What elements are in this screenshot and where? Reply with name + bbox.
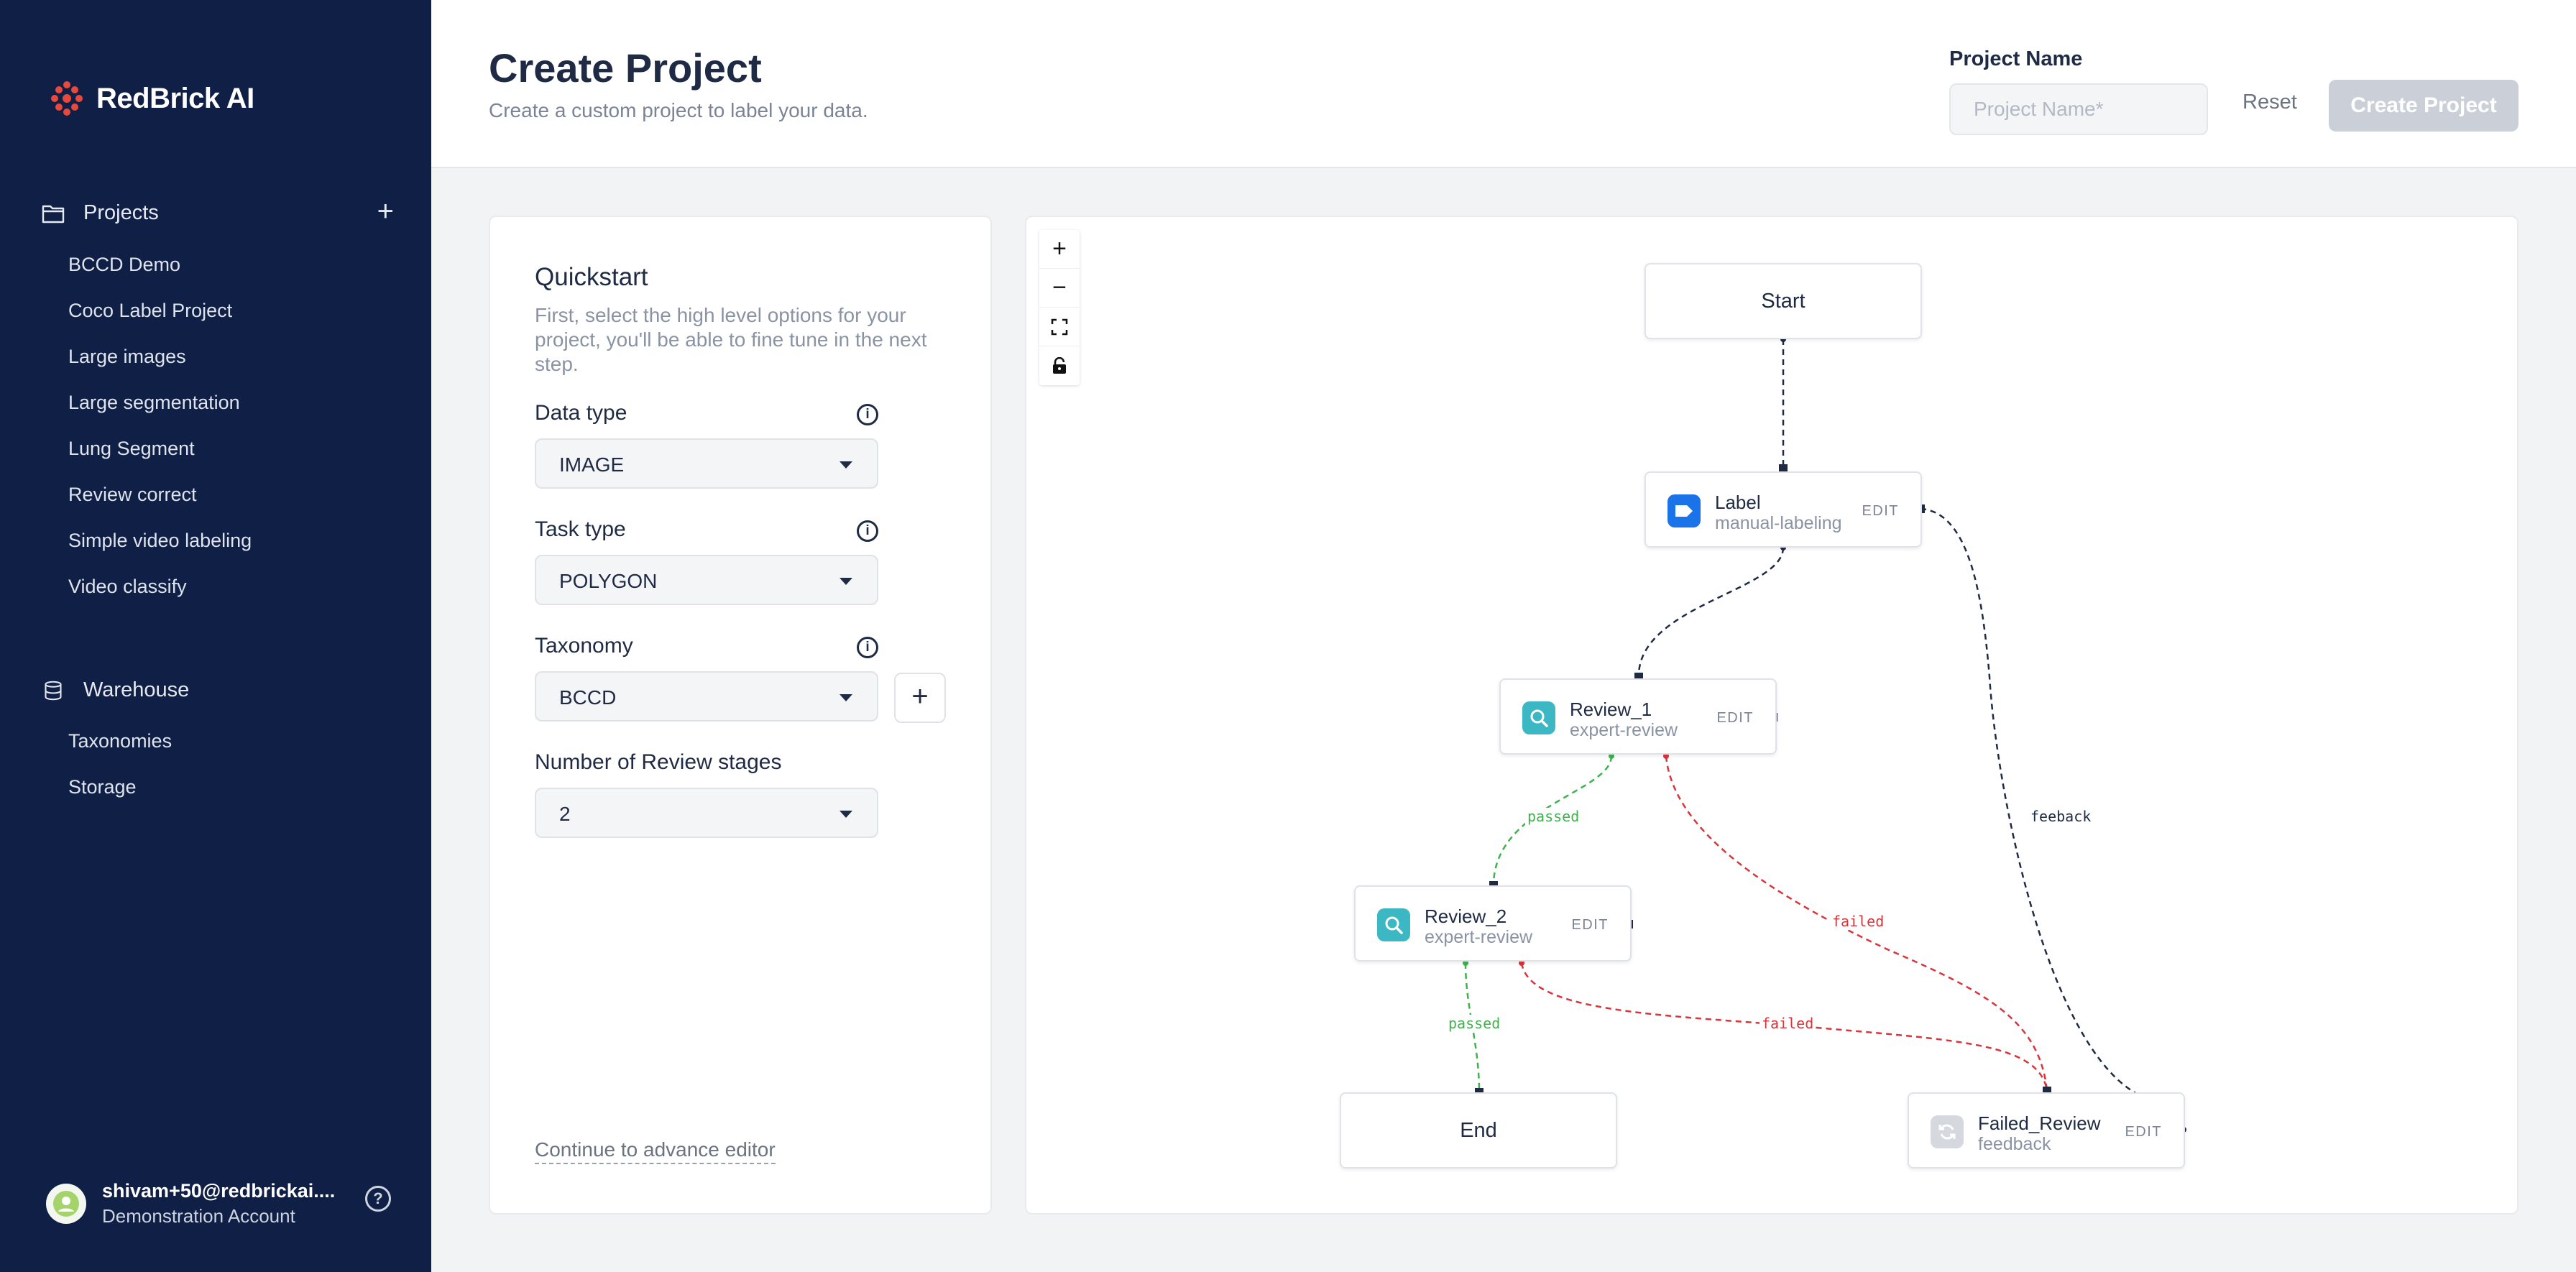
node-subtitle: feedback xyxy=(1978,1134,2051,1154)
review-stages-value: 2 xyxy=(559,803,571,825)
sidebar-project-item[interactable]: Coco Label Project xyxy=(68,300,232,322)
review2-node[interactable]: Review_2 expert-review EDIT xyxy=(1354,885,1632,962)
reset-button[interactable]: Reset xyxy=(2242,91,2297,114)
project-name-input[interactable] xyxy=(1949,83,2208,135)
sidebar-item-storage[interactable]: Storage xyxy=(68,776,137,798)
warehouse-label: Warehouse xyxy=(83,678,190,701)
info-icon[interactable]: i xyxy=(857,404,878,425)
sidebar: RedBrick AI Projects + BCCD Demo Coco La… xyxy=(0,0,431,1272)
logo[interactable]: RedBrick AI xyxy=(47,79,254,118)
projects-label: Projects xyxy=(83,201,159,224)
data-type-value: IMAGE xyxy=(559,453,625,476)
sidebar-project-item[interactable]: Simple video labeling xyxy=(68,530,252,552)
edit-button[interactable]: EDIT xyxy=(1571,917,1609,934)
task-type-select[interactable]: POLYGON xyxy=(535,555,878,605)
folder-icon xyxy=(42,205,65,223)
chevron-down-icon xyxy=(840,578,852,585)
task-type-label: Task type xyxy=(535,517,626,541)
database-icon xyxy=(45,681,62,700)
redbrick-logo-icon xyxy=(51,81,83,116)
logo-text: RedBrick AI xyxy=(96,82,254,114)
data-type-select[interactable]: IMAGE xyxy=(535,438,878,489)
chevron-down-icon xyxy=(840,461,852,469)
edge-label-failed xyxy=(1920,507,2138,1095)
lock-button[interactable] xyxy=(1039,346,1080,385)
node-title: Label xyxy=(1715,492,1761,513)
review-stages-label: Number of Review stages xyxy=(535,750,782,774)
info-icon[interactable]: i xyxy=(857,520,878,542)
zoom-controls: + − xyxy=(1039,230,1080,385)
add-project-button[interactable]: + xyxy=(377,197,394,226)
workflow-canvas[interactable]: + − Start Label manual-labeling EDIT Rev… xyxy=(1025,216,2518,1215)
edge-label-review1 xyxy=(1637,547,1785,678)
sidebar-project-item[interactable]: BCCD Demo xyxy=(68,254,180,276)
user-email: shivam+50@redbrickai.... xyxy=(102,1180,336,1202)
sidebar-project-item[interactable]: Large segmentation xyxy=(68,392,240,414)
start-node[interactable]: Start xyxy=(1644,263,1922,339)
zoom-out-button[interactable]: − xyxy=(1039,269,1080,308)
sidebar-project-item[interactable]: Video classify xyxy=(68,576,187,598)
edge-label-failed: failed xyxy=(1760,1015,1816,1032)
sidebar-item-taxonomies[interactable]: Taxonomies xyxy=(68,730,172,752)
help-icon[interactable]: ? xyxy=(365,1186,391,1212)
quickstart-title: Quickstart xyxy=(535,263,648,291)
project-name-label: Project Name xyxy=(1949,47,2083,70)
node-subtitle: manual-labeling xyxy=(1715,513,1842,533)
edge-label-passed: passed xyxy=(1446,1015,1503,1032)
node-title: Review_2 xyxy=(1425,905,1507,927)
edge-label-feedback: feeback xyxy=(2028,808,2094,825)
review-stages-select[interactable]: 2 xyxy=(535,788,878,838)
lock-icon xyxy=(1053,357,1066,374)
chevron-down-icon xyxy=(840,694,852,701)
user-avatar-icon xyxy=(53,1191,79,1217)
advance-editor-link[interactable]: Continue to advance editor xyxy=(535,1138,776,1164)
sidebar-project-item[interactable]: Large images xyxy=(68,346,186,368)
node-title: Review_1 xyxy=(1570,699,1652,720)
search-icon xyxy=(1522,701,1555,734)
task-type-value: POLYGON xyxy=(559,570,658,592)
edit-button[interactable]: EDIT xyxy=(2125,1124,2162,1140)
fit-view-button[interactable] xyxy=(1039,308,1080,346)
chevron-down-icon xyxy=(840,811,852,818)
node-subtitle: expert-review xyxy=(1570,720,1678,740)
taxonomy-label: Taxonomy xyxy=(535,634,633,658)
failed-review-node[interactable]: Failed_Review feedback EDIT xyxy=(1908,1092,2185,1169)
taxonomy-select[interactable]: BCCD xyxy=(535,671,878,722)
end-node[interactable]: End xyxy=(1340,1092,1617,1169)
label-node[interactable]: Label manual-labeling EDIT xyxy=(1644,471,1922,548)
node-subtitle: expert-review xyxy=(1425,927,1533,947)
projects-section-header: Projects + xyxy=(42,197,394,226)
avatar xyxy=(46,1184,86,1224)
quickstart-description: First, select the high level options for… xyxy=(535,304,927,375)
fit-view-icon xyxy=(1051,318,1068,335)
refresh-icon xyxy=(1931,1115,1964,1148)
node-title: Failed_Review xyxy=(1978,1112,2101,1134)
add-taxonomy-button[interactable]: + xyxy=(894,673,946,723)
warehouse-section-header[interactable]: Warehouse xyxy=(42,678,394,702)
page-title: Create Project xyxy=(489,45,762,91)
taxonomy-value: BCCD xyxy=(559,686,617,709)
user-profile[interactable]: shivam+50@redbrickai.... Demonstration A… xyxy=(46,1180,391,1227)
user-account: Demonstration Account xyxy=(102,1205,295,1227)
quickstart-panel: Quickstart First, select the high level … xyxy=(489,216,992,1215)
edge-label-passed: passed xyxy=(1525,808,1582,825)
page-subtitle: Create a custom project to label your da… xyxy=(489,99,868,121)
zoom-in-button[interactable]: + xyxy=(1039,230,1080,269)
sidebar-project-item[interactable]: Lung Segment xyxy=(68,438,195,460)
create-project-button[interactable]: Create Project xyxy=(2329,80,2518,132)
review1-node[interactable]: Review_1 expert-review EDIT xyxy=(1499,678,1777,755)
tag-icon xyxy=(1668,494,1701,527)
edge-label-failed: failed xyxy=(1830,913,1887,930)
edit-button[interactable]: EDIT xyxy=(1862,503,1899,520)
search-icon xyxy=(1377,908,1410,941)
info-icon[interactable]: i xyxy=(857,637,878,658)
data-type-label: Data type xyxy=(535,401,627,425)
sidebar-project-item[interactable]: Review correct xyxy=(68,484,197,506)
edit-button[interactable]: EDIT xyxy=(1716,710,1754,727)
page-header: Create Project Create a custom project t… xyxy=(431,0,2576,168)
